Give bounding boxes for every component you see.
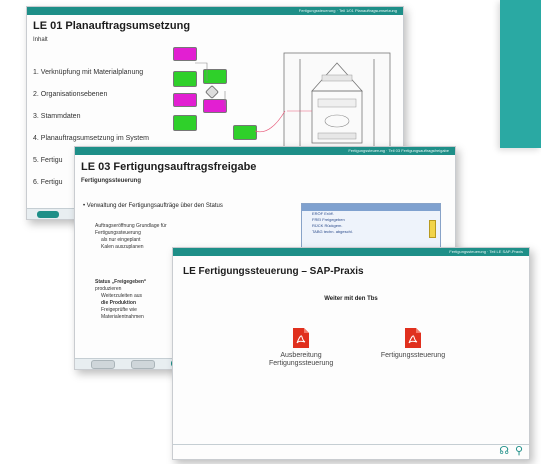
slide-header-bar: Fertigungssteuerung · Teil 1/01 Planauft… bbox=[27, 7, 403, 15]
slide-subheading: Weiter mit den Tbs bbox=[324, 296, 378, 302]
bullet-b-line: Weiterzuleiten aus bbox=[101, 293, 143, 299]
slide-header-text: Fertigungssteuerung · Teil 03 Fertigungs… bbox=[348, 148, 449, 153]
slide-header-bar: Fertigungssteuerung · Teil LE SAP-Praxis bbox=[173, 248, 529, 256]
nav-button[interactable] bbox=[37, 211, 59, 218]
list-item: 1. Verknüpfung mit Materialplanung bbox=[33, 69, 144, 76]
slide-title: LE 01 Planauftragsumsetzung bbox=[33, 20, 191, 32]
bullet-b-line: produzieren bbox=[95, 286, 122, 292]
pdf-icon[interactable] bbox=[293, 328, 309, 348]
bullet-a-line: Auftragseröffnung Grundlage für bbox=[95, 223, 167, 229]
slide-sap-praxis: Fertigungssteuerung · Teil LE SAP-Praxis… bbox=[172, 247, 530, 460]
teal-accent-block bbox=[500, 0, 541, 148]
slide-subtitle: Fertigungssteuerung bbox=[81, 178, 142, 184]
pdf-icon[interactable] bbox=[405, 328, 421, 348]
slide-title: LE 03 Fertigungsauftragsfreigabe bbox=[81, 161, 257, 173]
slide-header-bar: Fertigungssteuerung · Teil 03 Fertigungs… bbox=[75, 147, 455, 155]
nav-back-button[interactable] bbox=[91, 360, 115, 369]
status-row: TABG techn. abgeschl. bbox=[312, 229, 353, 234]
slide-header-text: Fertigungssteuerung · Teil 1/01 Planauft… bbox=[298, 8, 397, 13]
document-link-1[interactable]: Ausbereitung Fertigungssteuerung bbox=[269, 352, 333, 368]
nav-next-button[interactable] bbox=[131, 360, 155, 369]
bullet-dot: • bbox=[83, 203, 86, 209]
status-panel-header bbox=[302, 204, 440, 211]
status-panel: ERÖF Eröff. FREI Freigegeben RÜCK Rückge… bbox=[301, 203, 441, 249]
list-item: 5. Fertigu bbox=[33, 157, 63, 164]
document-link-2[interactable]: Fertigungssteuerung bbox=[379, 352, 447, 359]
bullet-main-text: Verwaltung der Fertigungsaufträge über d… bbox=[86, 203, 223, 209]
slide-subtitle: Inhalt bbox=[33, 37, 48, 43]
bullet-b-line: Freigeprüfte wie bbox=[101, 307, 137, 313]
process-box bbox=[173, 115, 197, 131]
list-item: 3. Stammdaten bbox=[33, 113, 81, 120]
document-link-1-line: Fertigungssteuerung bbox=[269, 360, 334, 367]
process-box bbox=[173, 71, 197, 87]
bullet-a: Auftragseröffnung Grundlage für Fertigun… bbox=[95, 223, 167, 251]
audio-icon[interactable]: ☊ bbox=[499, 444, 509, 457]
slide-header-text: Fertigungssteuerung · Teil LE SAP-Praxis bbox=[449, 249, 523, 254]
slide-title: LE Fertigungssteuerung – SAP-Praxis bbox=[183, 266, 364, 277]
bullet-a-line: Fertigungssteuerung bbox=[95, 230, 141, 236]
bullet-a-line: als nur eingeplant bbox=[101, 237, 141, 243]
connector-lines bbox=[195, 62, 286, 133]
bullet-b-line: Status „Freigegeben“ bbox=[95, 279, 147, 285]
bullet-main: • Verwaltung der Fertigungsaufträge über… bbox=[83, 203, 223, 209]
process-box bbox=[173, 93, 197, 107]
person-icon[interactable]: ⚲ bbox=[515, 444, 523, 457]
bullet-b: Status „Freigegeben“ produzieren Weiterz… bbox=[95, 279, 146, 321]
bullet-a-line: Kalen auszuplanen bbox=[101, 244, 144, 250]
scroll-indicator[interactable] bbox=[429, 220, 436, 238]
bullet-b-line: die Produktion bbox=[101, 300, 136, 306]
document-link-1-line: Ausbereitung bbox=[280, 352, 322, 359]
list-item: 4. Planauftragsumsetzung im System bbox=[33, 135, 149, 142]
process-box bbox=[173, 47, 197, 61]
list-item: 6. Fertigu bbox=[33, 179, 63, 186]
list-item: 2. Organisationsebenen bbox=[33, 91, 108, 98]
bullet-b-line: Materialentnahmen bbox=[101, 314, 144, 320]
slide-footer-line bbox=[173, 444, 529, 445]
